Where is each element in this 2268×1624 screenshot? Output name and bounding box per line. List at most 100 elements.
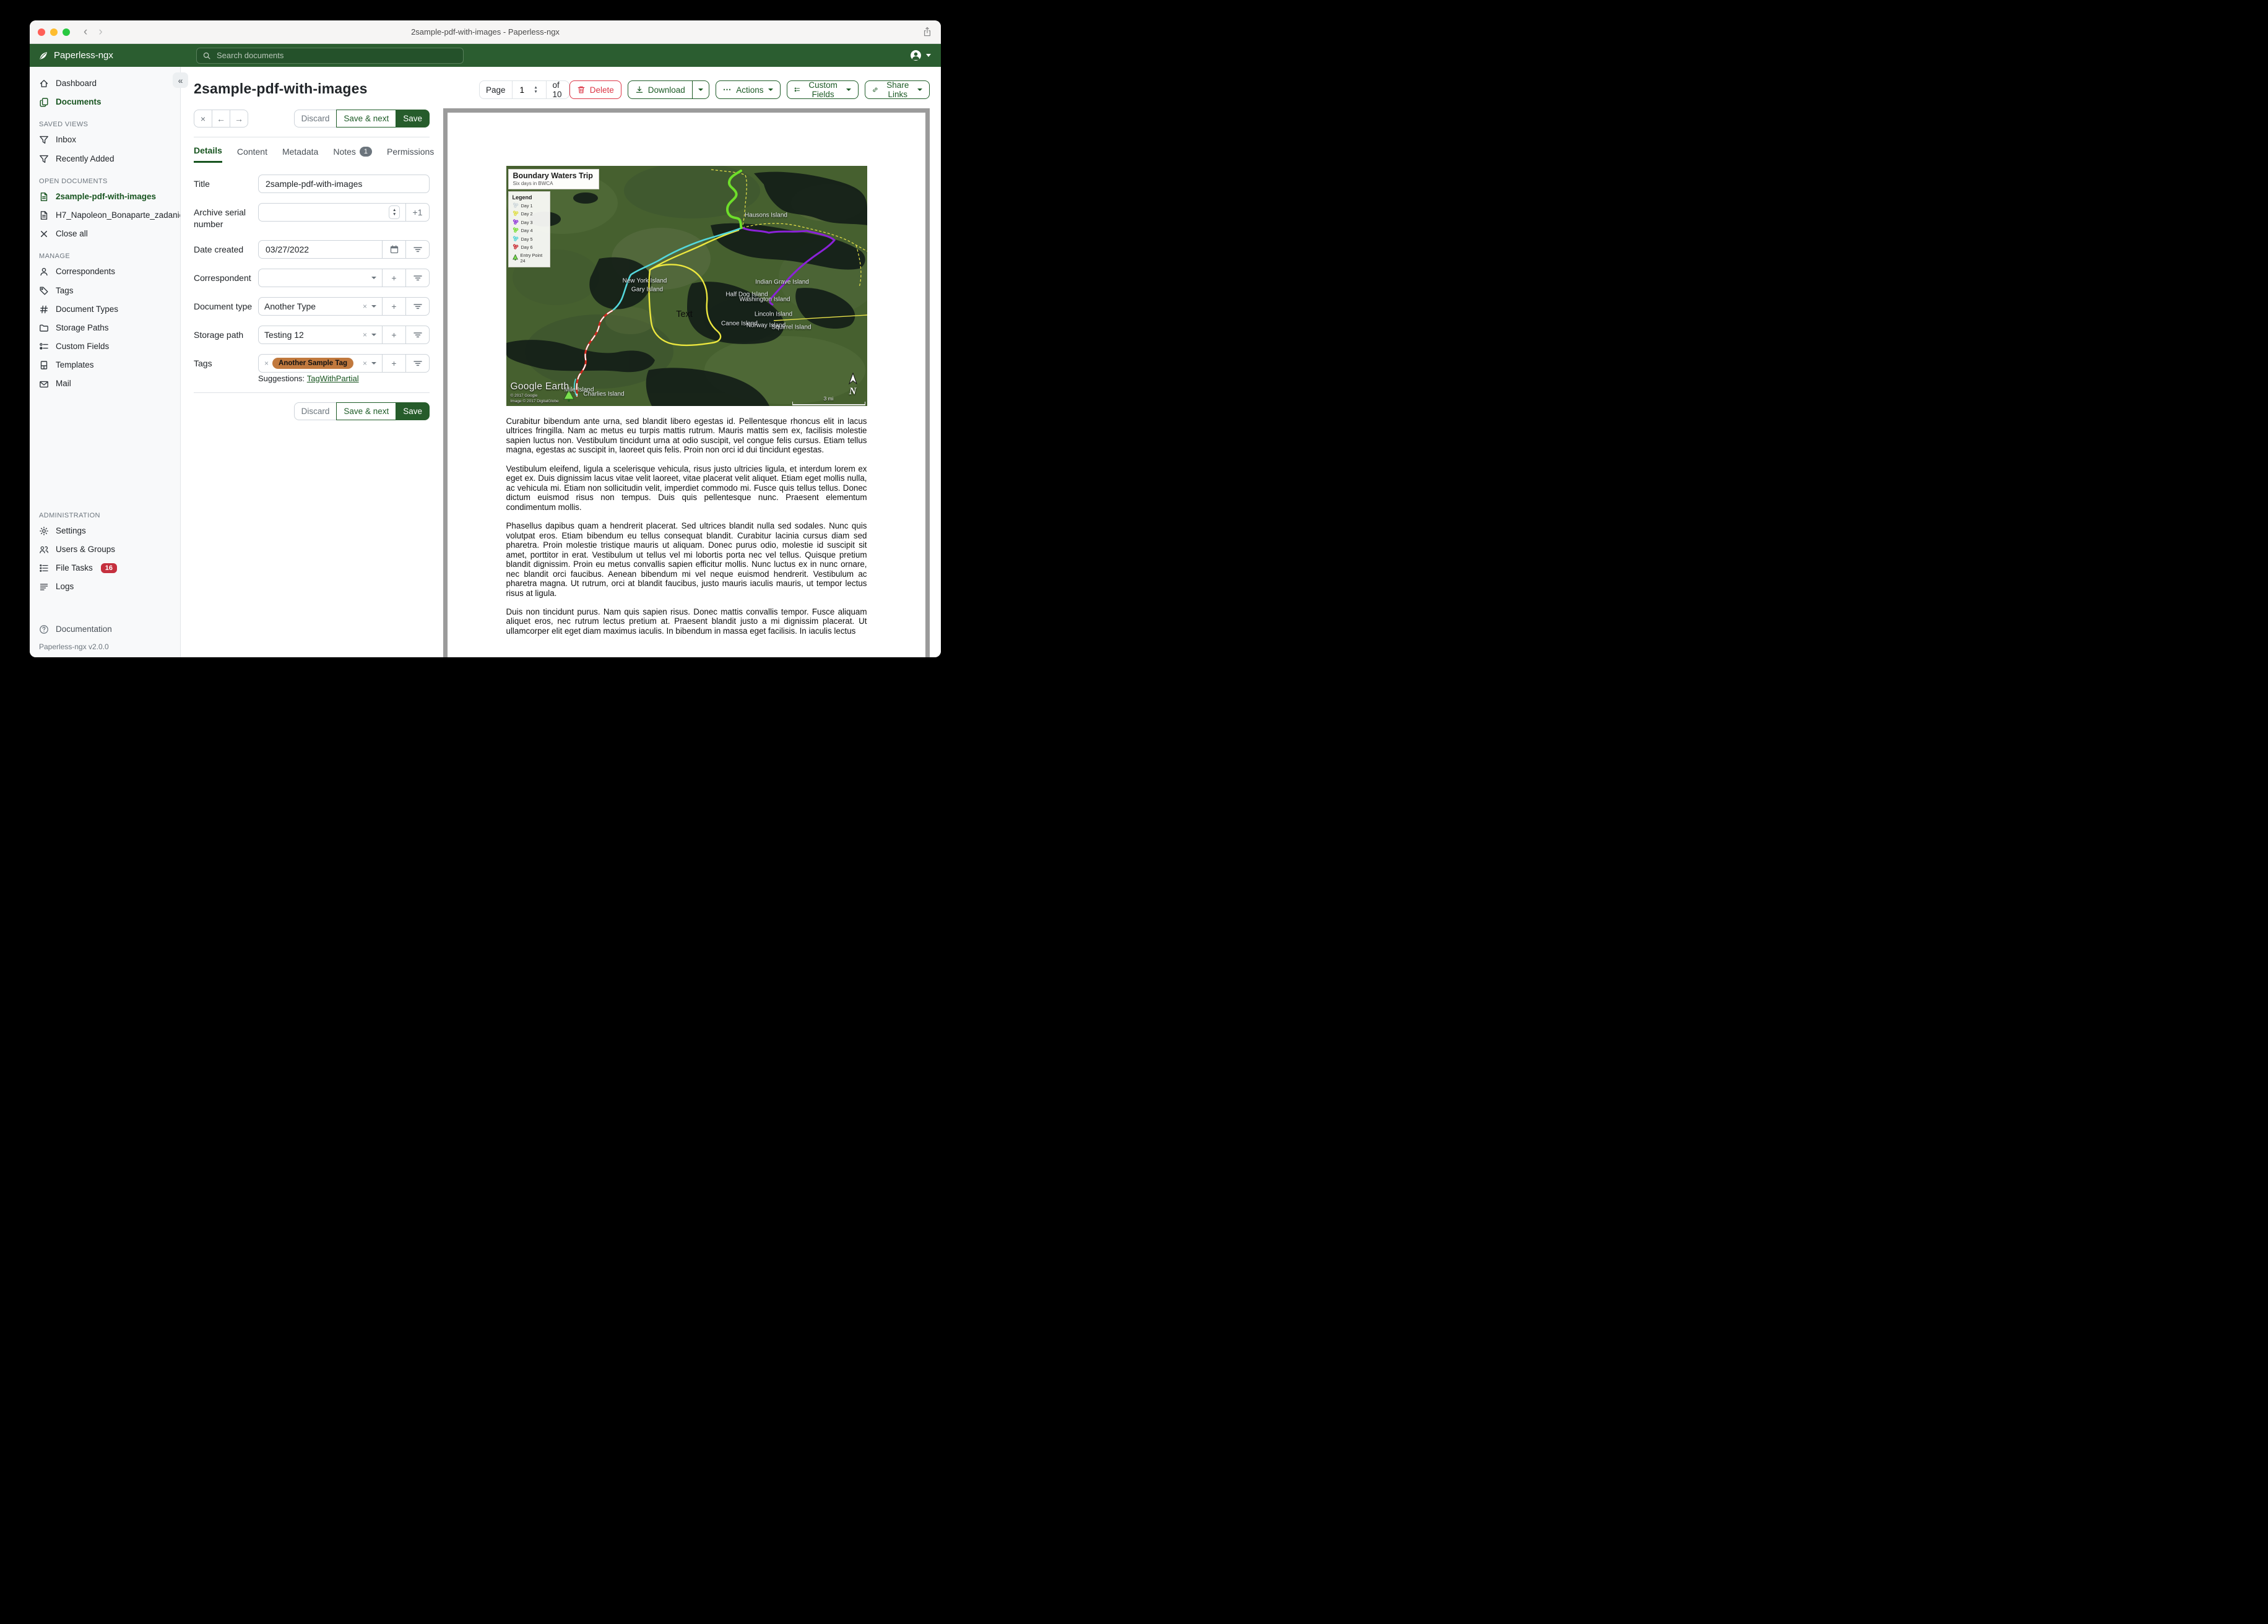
close-window-button[interactable] [38, 28, 45, 36]
chevron-down-icon [371, 333, 376, 336]
tab-metadata[interactable]: Metadata [282, 145, 318, 163]
map-label-squirrel-island: Squirrel Island [771, 324, 812, 331]
add-tag-button[interactable]: + [382, 354, 405, 372]
search-input[interactable] [215, 50, 457, 61]
next-document-button[interactable]: → [230, 110, 248, 127]
save-next-button[interactable]: Save & next [336, 110, 397, 127]
user-menu[interactable] [910, 50, 931, 61]
asn-input[interactable] [264, 207, 389, 218]
add-document-type-button[interactable]: + [382, 297, 405, 315]
tag-chip[interactable]: Another Sample Tag [272, 357, 353, 369]
date-filter-icon[interactable] [405, 240, 429, 258]
traffic-lights [38, 28, 70, 36]
page-number-input[interactable] [518, 84, 532, 95]
app-brand[interactable]: Paperless-ngx [38, 50, 196, 61]
tab-details[interactable]: Details [194, 145, 222, 163]
sidebar-item-file-tasks[interactable]: File Tasks 16 [30, 559, 180, 577]
save-button[interactable]: Save [396, 110, 430, 127]
pdf-viewer-frame[interactable]: Text Hausons Island New York Island Gary I… [443, 108, 930, 657]
tab-label: Notes [333, 146, 356, 157]
sidebar-item-dashboard[interactable]: Dashboard [30, 74, 180, 93]
browser-back-icon[interactable]: ‹ [84, 26, 87, 38]
tags-select[interactable]: × Another Sample Tag × [259, 355, 382, 372]
clear-icon[interactable]: × [363, 359, 367, 368]
storage-path-filter-icon[interactable] [405, 326, 429, 343]
document-text: Curabitur bibendum ante urna, sed blandi… [448, 417, 925, 636]
legend-item-label: Day 4 [521, 228, 533, 233]
sidebar-item-label: Custom Fields [56, 342, 110, 352]
desktop-background: ‹ › 2sample-pdf-with-images - Paperless-… [0, 0, 971, 695]
discard-button[interactable]: Discard [293, 402, 337, 420]
custom-fields-button[interactable]: Custom Fields [786, 80, 859, 99]
legend-item-label: Day 3 [521, 219, 533, 225]
browser-forward-icon[interactable]: › [98, 26, 102, 38]
map-label-washington-island: Washington Island [739, 296, 790, 303]
sidebar-collapse-button[interactable]: « [173, 72, 188, 88]
save-button[interactable]: Save [396, 402, 430, 420]
tab-notes[interactable]: Notes 1 [333, 145, 373, 163]
sidebar-item-inbox[interactable]: Inbox [30, 131, 180, 149]
tab-content[interactable]: Content [237, 145, 267, 163]
sidebar-item-correspondents[interactable]: Correspondents [30, 262, 180, 281]
file-tasks-count-badge: 16 [100, 563, 118, 574]
legend-item-label: Day 6 [521, 244, 533, 250]
sidebar-item-recently-added[interactable]: Recently Added [30, 150, 180, 168]
sidebar-item-settings[interactable]: Settings [30, 522, 180, 540]
discard-button[interactable]: Discard [293, 110, 337, 127]
sidebar-item-custom-fields[interactable]: Custom Fields [30, 337, 180, 356]
sidebar-item-document-types[interactable]: Document Types [30, 300, 180, 319]
actions-button[interactable]: ⋯ Actions [715, 80, 781, 99]
sidebar-item-h7-napoleon-bonaparte-zadanie[interactable]: H7_Napoleon_Bonaparte_zadanie [30, 206, 180, 225]
zoom-window-button[interactable] [63, 28, 70, 36]
sidebar: Dashboard Documents SAVED VIEWS Inbox Recent… [30, 67, 181, 657]
document-type-label: Document type [194, 301, 253, 311]
sidebar-item-documents[interactable]: Documents [30, 93, 180, 111]
minimize-window-button[interactable] [50, 28, 58, 36]
page-label: Page [486, 85, 506, 95]
share-icon[interactable] [922, 27, 932, 40]
share-links-button[interactable]: Share Links [864, 80, 930, 99]
clear-icon[interactable]: × [363, 302, 367, 311]
map-label-hausons-island: Hausons Island [745, 212, 787, 219]
sidebar-item-documentation[interactable]: Documentation [30, 620, 180, 639]
close-document-button[interactable]: × [194, 110, 212, 127]
sidebar-item-2sample-pdf-with-images[interactable]: 2sample-pdf-with-images [30, 188, 180, 206]
users-icon [39, 545, 49, 555]
sidebar-item-close-all[interactable]: Close all [30, 225, 180, 243]
download-options-caret[interactable] [692, 80, 709, 99]
tags-filter-icon[interactable] [405, 354, 429, 372]
field-row-storage-path: Storage path Testing 12 × + [194, 325, 430, 344]
hash-icon [39, 304, 49, 314]
sidebar-item-templates[interactable]: Templates [30, 356, 180, 374]
tab-permissions[interactable]: Permissions [387, 145, 434, 163]
correspondent-select[interactable] [259, 269, 382, 287]
document-type-select[interactable]: Another Type × [259, 298, 382, 315]
sidebar-item-mail[interactable]: Mail [30, 374, 180, 393]
add-storage-path-button[interactable]: + [382, 326, 405, 343]
correspondent-filter-icon[interactable] [405, 269, 429, 287]
sidebar-item-logs[interactable]: Logs [30, 577, 180, 596]
document-type-filter-icon[interactable] [405, 297, 429, 315]
calendar-icon[interactable] [382, 240, 405, 258]
delete-button[interactable]: Delete [569, 80, 621, 99]
map-image: Text Hausons Island New York Island Gary I… [506, 166, 867, 406]
remove-tag-icon[interactable]: × [264, 359, 269, 368]
ellipsis-icon: ⋯ [722, 85, 732, 94]
storage-path-select[interactable]: Testing 12 × [259, 326, 382, 343]
add-correspondent-button[interactable]: + [382, 269, 405, 287]
save-next-button[interactable]: Save & next [336, 402, 397, 420]
clear-icon[interactable]: × [363, 330, 367, 339]
date-created-input[interactable] [264, 243, 376, 255]
sidebar-item-users-groups[interactable]: Users & Groups [30, 540, 180, 559]
search-box[interactable] [196, 47, 464, 64]
sidebar-item-tags[interactable]: Tags [30, 282, 180, 300]
download-button[interactable]: Download [627, 80, 693, 99]
field-row-title: Title [194, 175, 430, 193]
page-stepper[interactable]: ▲ ▼ [532, 83, 540, 97]
suggestion-link[interactable]: TagWithPartial [307, 374, 359, 383]
previous-document-button[interactable]: ← [212, 110, 230, 127]
asn-stepper[interactable]: ▲ ▼ [389, 205, 400, 219]
sidebar-item-storage-paths[interactable]: Storage Paths [30, 319, 180, 337]
asn-plus-one-button[interactable]: +1 [405, 204, 429, 221]
title-input[interactable] [264, 178, 423, 189]
